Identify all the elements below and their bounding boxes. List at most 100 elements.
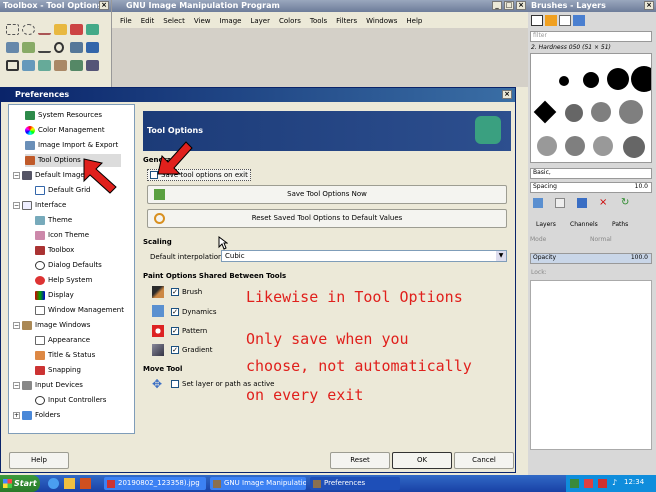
brush-thumb[interactable] <box>619 100 643 124</box>
tree-item-help-system[interactable]: Help System <box>35 274 92 287</box>
brush-thumb[interactable] <box>593 136 613 156</box>
minimize-icon[interactable]: _ <box>492 1 502 10</box>
reset-button[interactable]: Reset <box>330 452 390 469</box>
layers-list[interactable] <box>530 280 652 450</box>
rect-select-icon[interactable] <box>6 24 19 35</box>
tree-item-image-windows[interactable]: − Image Windows <box>13 319 90 332</box>
menu-help[interactable]: Help <box>406 17 422 25</box>
brush-thumb[interactable] <box>583 72 599 88</box>
brush-preset-select[interactable]: Basic, <box>530 168 652 179</box>
delete-brush-icon[interactable]: × <box>599 198 609 208</box>
chevron-down-icon[interactable]: ▼ <box>496 251 506 261</box>
tray-icon[interactable] <box>584 479 593 488</box>
zoom-icon[interactable] <box>54 42 64 53</box>
tree-item-folders[interactable]: + Folders <box>13 409 60 422</box>
close-icon[interactable]: × <box>644 1 654 10</box>
free-select-icon[interactable] <box>38 24 51 35</box>
tree-item-title-status[interactable]: Title & Status <box>35 349 95 362</box>
tab-paths[interactable]: Paths <box>612 221 628 228</box>
start-button[interactable]: Start <box>0 475 40 492</box>
collapse-icon[interactable]: − <box>13 381 20 389</box>
checkbox-box[interactable] <box>171 380 179 388</box>
brush-tab-icon[interactable] <box>531 15 543 26</box>
canvas-area[interactable] <box>112 28 528 87</box>
paint-option-gradient[interactable]: ✓ Gradient <box>171 346 212 354</box>
collapse-icon[interactable]: − <box>13 171 20 179</box>
brush-thumb[interactable] <box>565 136 585 156</box>
paths-icon[interactable] <box>6 42 19 53</box>
refresh-brush-icon[interactable]: ↻ <box>621 198 631 208</box>
menu-file[interactable]: File <box>120 17 132 25</box>
tree-item-image-import-export[interactable]: Image Import & Export <box>25 139 118 152</box>
tray-icon[interactable] <box>570 479 579 488</box>
help-button[interactable]: Help <box>9 452 69 469</box>
maximize-icon[interactable]: □ <box>504 1 514 10</box>
ok-button[interactable]: OK <box>392 452 452 469</box>
checkbox-box[interactable]: ✓ <box>171 308 179 316</box>
menu-colors[interactable]: Colors <box>279 17 301 25</box>
paint-option-dynamics[interactable]: ✓ Dynamics <box>171 308 217 316</box>
tree-item-icon-theme[interactable]: Icon Theme <box>35 229 89 242</box>
tree-item-default-image[interactable]: − Default Image <box>13 169 85 182</box>
ie-icon[interactable] <box>48 478 59 489</box>
save-tool-options-now-button[interactable]: Save Tool Options Now <box>147 185 507 204</box>
menu-image[interactable]: Image <box>220 17 242 25</box>
explorer-icon[interactable] <box>64 478 75 489</box>
brush-filter-input[interactable]: filter <box>530 31 652 42</box>
media-icon[interactable] <box>80 478 91 489</box>
rotate-icon[interactable] <box>22 60 35 71</box>
new-brush-icon[interactable] <box>555 198 565 208</box>
brush-thumb[interactable] <box>591 102 611 122</box>
ellipse-select-icon[interactable] <box>22 24 35 35</box>
mode-select[interactable]: Normal <box>590 236 612 243</box>
brush-thumb[interactable] <box>565 104 583 122</box>
close-icon[interactable]: × <box>502 90 512 99</box>
brush-grid[interactable] <box>530 53 652 163</box>
fuzzy-select-icon[interactable] <box>54 24 67 35</box>
shear-icon[interactable] <box>54 60 67 71</box>
brush-thumb[interactable] <box>631 66 651 92</box>
font-tab-icon[interactable] <box>559 15 571 26</box>
volume-icon[interactable]: ♪ <box>612 478 617 487</box>
tree-item-input-controllers[interactable]: Input Controllers <box>35 394 106 407</box>
close-icon[interactable]: × <box>99 1 109 10</box>
menu-windows[interactable]: Windows <box>366 17 397 25</box>
perspective-icon[interactable] <box>70 60 83 71</box>
move-icon[interactable] <box>86 42 99 53</box>
menu-select[interactable]: Select <box>163 17 185 25</box>
tree-item-system-resources[interactable]: System Resources <box>25 109 102 122</box>
taskbar-item-image[interactable]: 20190802_123358).jpg <box>104 477 206 490</box>
foreground-select-icon[interactable] <box>86 24 99 35</box>
pattern-tab-icon[interactable] <box>545 15 557 26</box>
tree-item-dialog-defaults[interactable]: Dialog Defaults <box>35 259 102 272</box>
close-icon[interactable]: × <box>516 1 526 10</box>
tab-channels[interactable]: Channels <box>570 221 598 228</box>
taskbar-item-gimp[interactable]: GNU Image Manipulation ... <box>210 477 306 490</box>
spacing-slider[interactable]: Spacing 10.0 <box>530 182 652 193</box>
cancel-button[interactable]: Cancel <box>454 452 514 469</box>
menu-filters[interactable]: Filters <box>336 17 357 25</box>
interpolation-select[interactable]: Cubic ▼ <box>221 250 507 262</box>
tray-icon[interactable] <box>598 479 607 488</box>
tree-item-appearance[interactable]: Appearance <box>35 334 90 347</box>
reset-saved-tool-options-button[interactable]: Reset Saved Tool Options to Default Valu… <box>147 209 507 228</box>
brush-thumb[interactable] <box>537 136 557 156</box>
paint-option-brush[interactable]: ✓ Brush <box>171 288 202 296</box>
tab-layers[interactable]: Layers <box>536 221 556 228</box>
color-picker-icon[interactable] <box>22 42 35 53</box>
expand-icon[interactable]: + <box>13 411 20 419</box>
brush-thumb[interactable] <box>607 68 629 90</box>
align-icon[interactable] <box>70 42 83 53</box>
document-tab-icon[interactable] <box>573 15 585 26</box>
brush-thumb[interactable] <box>559 76 569 86</box>
menu-view[interactable]: View <box>194 17 211 25</box>
opacity-slider[interactable]: Opacity 100.0 <box>530 253 652 264</box>
scissors-icon[interactable] <box>70 24 83 35</box>
brush-thumb[interactable] <box>533 100 557 124</box>
checkbox-box[interactable]: ✓ <box>171 288 179 296</box>
edit-brush-icon[interactable] <box>533 198 543 208</box>
measure-icon[interactable] <box>38 42 51 53</box>
tree-item-toolbox[interactable]: Toolbox <box>35 244 74 257</box>
checkbox-box[interactable]: ✓ <box>171 346 179 354</box>
checkbox-box[interactable]: ✓ <box>171 327 179 335</box>
